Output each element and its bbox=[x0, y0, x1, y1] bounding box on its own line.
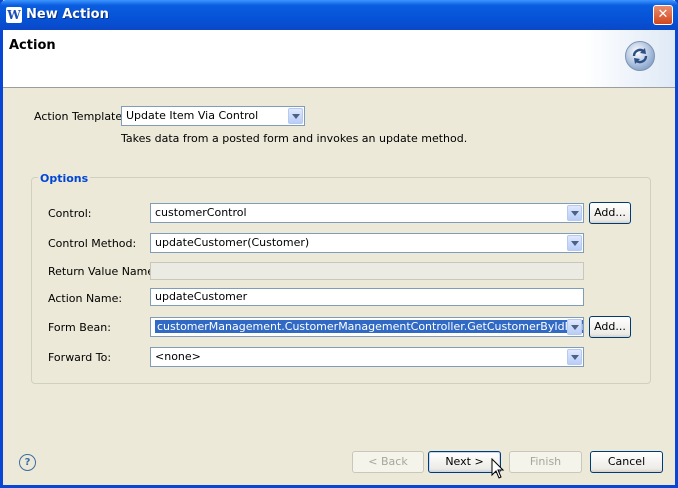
chevron-down-icon[interactable] bbox=[288, 108, 303, 124]
chevron-down-icon[interactable] bbox=[567, 235, 582, 251]
help-icon[interactable]: ? bbox=[19, 454, 36, 471]
add-control-button[interactable]: Add... bbox=[589, 202, 631, 224]
action-template-label: Action Template: bbox=[34, 110, 126, 123]
action-template-description: Takes data from a posted form and invoke… bbox=[121, 132, 468, 145]
refresh-gear-icon bbox=[625, 41, 655, 71]
page-title: Action bbox=[9, 38, 56, 53]
action-name-field[interactable]: updateCustomer bbox=[150, 288, 584, 306]
forward-to-label: Forward To: bbox=[48, 351, 112, 364]
control-method-select[interactable]: updateCustomer(Customer) bbox=[150, 233, 584, 253]
title-bar[interactable]: W New Action ✕ bbox=[0, 0, 678, 30]
cancel-button[interactable]: Cancel bbox=[590, 451, 663, 473]
control-value: customerControl bbox=[155, 206, 247, 219]
chevron-down-icon[interactable] bbox=[567, 349, 582, 365]
wizard-banner: Action bbox=[3, 30, 675, 88]
forward-to-select[interactable]: <none> bbox=[150, 347, 584, 367]
window-title: New Action bbox=[26, 7, 109, 22]
options-group-title: Options bbox=[38, 172, 91, 185]
form-bean-select[interactable]: customerManagement.CustomerManagementCon… bbox=[150, 317, 584, 337]
control-method-value: updateCustomer(Customer) bbox=[155, 236, 310, 249]
dialog-window: W New Action ✕ Action Action Template: U… bbox=[0, 0, 678, 488]
action-template-value: Update Item Via Control bbox=[126, 109, 259, 122]
add-form-bean-button[interactable]: Add... bbox=[589, 316, 631, 338]
chevron-down-icon[interactable] bbox=[567, 205, 582, 221]
close-button[interactable]: ✕ bbox=[653, 5, 673, 25]
return-value-field bbox=[150, 262, 584, 280]
chevron-down-icon[interactable] bbox=[567, 319, 582, 335]
action-template-select[interactable]: Update Item Via Control bbox=[121, 106, 305, 126]
control-select[interactable]: customerControl bbox=[150, 203, 584, 223]
return-value-label: Return Value Name: bbox=[48, 265, 158, 278]
form-bean-value: customerManagement.CustomerManagementCon… bbox=[155, 320, 583, 333]
control-method-label: Control Method: bbox=[48, 237, 137, 250]
back-button[interactable]: < Back bbox=[352, 451, 424, 473]
form-bean-label: Form Bean: bbox=[48, 321, 111, 334]
mouse-cursor-icon bbox=[491, 458, 505, 479]
forward-to-value: <none> bbox=[155, 350, 201, 363]
finish-button[interactable]: Finish bbox=[509, 451, 582, 473]
control-label: Control: bbox=[48, 207, 92, 220]
app-icon: W bbox=[6, 7, 22, 23]
action-name-label: Action Name: bbox=[48, 292, 123, 305]
